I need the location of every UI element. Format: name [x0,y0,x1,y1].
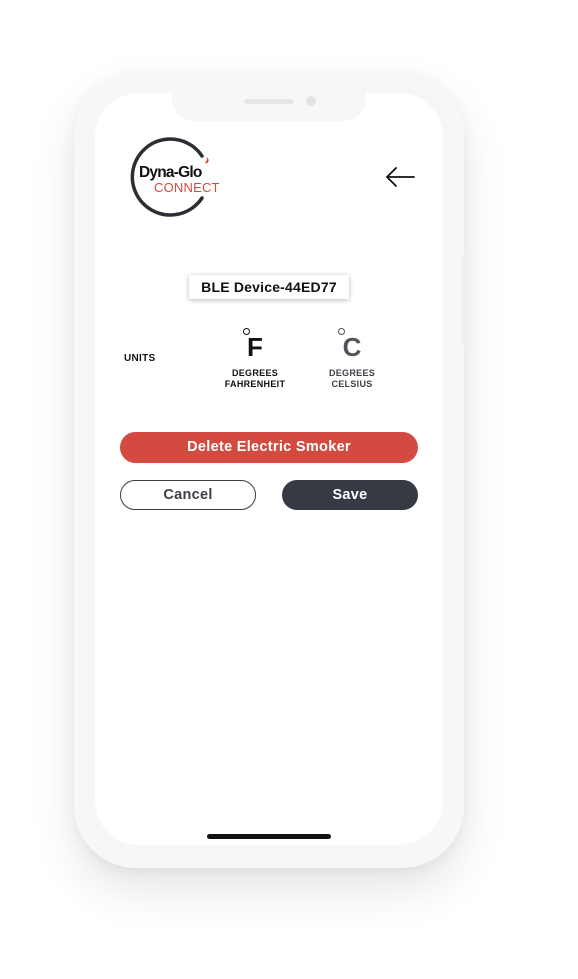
dyna-glo-connect-logo: Dyna-Glo CONNECT [126,136,236,220]
fahrenheit-caption: DEGREES FAHRENHEIT [210,368,300,389]
phone-speaker [244,99,294,104]
back-button[interactable] [384,165,416,189]
degree-icon [338,328,345,335]
phone-side-button [462,254,468,346]
celsius-letter: C [342,332,362,362]
fahrenheit-caption-line2: FAHRENHEIT [224,378,286,389]
degree-icon [243,328,250,335]
celsius-symbol: C [307,328,397,364]
celsius-caption-line2: CELSIUS [331,378,373,389]
fahrenheit-symbol: F [210,328,300,364]
fahrenheit-letter: F [247,332,263,362]
logo-connect-text: CONNECT [154,180,220,195]
home-indicator[interactable] [207,834,331,839]
units-label: UNITS [124,353,156,364]
unit-option-fahrenheit[interactable]: F DEGREES FAHRENHEIT [210,328,300,389]
celsius-caption: DEGREES CELSIUS [307,368,397,389]
phone-notch [172,93,366,121]
phone-camera [306,96,316,106]
celsius-caption-line1: DEGREES [328,368,376,378]
delete-electric-smoker-button[interactable]: Delete Electric Smoker [120,432,418,463]
cancel-button[interactable]: Cancel [120,480,256,510]
arrow-left-icon [386,167,415,187]
unit-option-celsius[interactable]: C DEGREES CELSIUS [307,328,397,389]
device-name-field[interactable]: BLE Device-44ED77 [189,275,349,299]
fahrenheit-caption-line1: DEGREES [231,368,279,378]
logo-brand-text: Dyna-Glo [139,164,202,181]
save-button[interactable]: Save [282,480,418,510]
